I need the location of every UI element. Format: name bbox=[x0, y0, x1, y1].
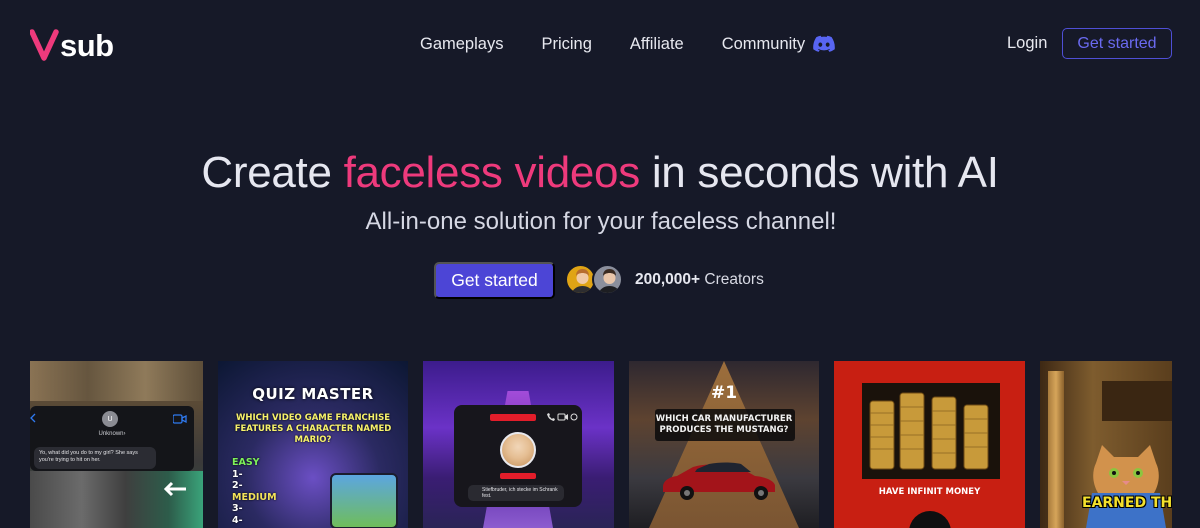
background-image bbox=[30, 471, 203, 528]
main-nav: Gameplays Pricing Affiliate Community bbox=[420, 33, 835, 55]
nav-community[interactable]: Community bbox=[722, 35, 835, 54]
back-chevron-icon bbox=[30, 413, 36, 423]
chat-avatar bbox=[500, 432, 536, 468]
nav-affiliate[interactable]: Affiliate bbox=[630, 35, 684, 54]
level-medium: MEDIUM bbox=[232, 491, 277, 503]
discord-icon bbox=[813, 35, 835, 52]
level-easy: EASY bbox=[232, 457, 260, 468]
video-card-pyramid-quiz[interactable]: #1 WHICH CAR MANUFACTURER PRODUCES THE M… bbox=[629, 361, 819, 528]
nav-community-label: Community bbox=[721, 34, 806, 53]
video-call-icon bbox=[173, 414, 187, 424]
doorway-image bbox=[1102, 381, 1172, 421]
cat-image bbox=[1086, 445, 1166, 528]
creator-avatars bbox=[565, 264, 625, 296]
login-link[interactable]: Login bbox=[1007, 34, 1047, 53]
money-caption: HAVE INFINIT MONEY bbox=[878, 487, 981, 497]
coins-image bbox=[862, 383, 1000, 479]
car-image bbox=[663, 462, 775, 500]
message-bubble: Yo, what did you do to my girl? She says… bbox=[34, 447, 156, 469]
game-screenshot bbox=[330, 473, 398, 528]
background-image bbox=[30, 361, 203, 401]
video-card-chat[interactable]: Stiefbruder, ich stecke im Schrank fest. bbox=[423, 361, 614, 528]
car-question: WHICH CAR MANUFACTURER PRODUCES THE MUST… bbox=[655, 414, 793, 435]
logo[interactable]: sub bbox=[30, 27, 114, 61]
chat-actions-icon bbox=[547, 413, 578, 421]
chat-panel: Stiefbruder, ich stecke im Schrank fest. bbox=[454, 405, 582, 507]
chat-message: Stiefbruder, ich stecke im Schrank fest. bbox=[468, 485, 564, 501]
cat-caption: EARNED THE bbox=[1082, 495, 1172, 511]
hero-title-after: in seconds with AI bbox=[639, 148, 999, 197]
level-4: 4- bbox=[232, 514, 243, 526]
logo-text: sub bbox=[60, 28, 114, 63]
avatar bbox=[592, 264, 623, 295]
rank-label: #1 bbox=[710, 383, 738, 403]
chat-name-bar bbox=[500, 473, 536, 479]
header-get-started-button[interactable]: Get started bbox=[1062, 28, 1172, 59]
pillar-image bbox=[1048, 371, 1064, 528]
quiz-question: WHICH VIDEO GAME FRANCHISE FEATURES A CH… bbox=[234, 413, 392, 445]
hero-title-before: Create bbox=[201, 148, 344, 197]
hero-title: Create faceless videos in seconds with A… bbox=[0, 148, 1200, 198]
chat-header-bar bbox=[490, 414, 536, 421]
arrow-icon bbox=[163, 481, 186, 497]
video-card-text-story[interactable]: U Unknown› Yo, what did you do to my gir… bbox=[30, 361, 203, 528]
video-card-money[interactable]: HAVE INFINIT MONEY bbox=[834, 361, 1025, 528]
quiz-levels: EASY 1- 2- MEDIUM 3- 4- bbox=[232, 457, 277, 526]
level-1: 1- bbox=[232, 468, 243, 480]
or-badge bbox=[909, 511, 951, 528]
video-card-quiz[interactable]: QUIZ MASTER WHICH VIDEO GAME FRANCHISE F… bbox=[218, 361, 408, 528]
quiz-title: QUIZ MASTER bbox=[252, 385, 374, 403]
creators-number: 200,000+ bbox=[635, 271, 701, 288]
level-2: 2- bbox=[232, 480, 243, 491]
nav-pricing[interactable]: Pricing bbox=[541, 35, 591, 54]
creators-label: Creators bbox=[704, 271, 764, 288]
message-panel: U Unknown› Yo, what did you do to my gir… bbox=[30, 406, 194, 471]
video-card-cat-story[interactable]: EARNED THE bbox=[1040, 361, 1172, 528]
contact-avatar: U bbox=[102, 411, 118, 427]
hero-get-started-button[interactable]: Get started bbox=[434, 262, 555, 299]
hero-subtitle: All-in-one solution for your faceless ch… bbox=[365, 208, 837, 235]
logo-v-icon bbox=[30, 29, 59, 61]
level-3: 3- bbox=[232, 503, 243, 514]
contact-name: Unknown› bbox=[98, 431, 126, 437]
hero-title-accent: faceless videos bbox=[343, 148, 641, 197]
creators-count: 200,000+ Creators bbox=[635, 271, 764, 289]
nav-gameplays[interactable]: Gameplays bbox=[420, 35, 503, 54]
